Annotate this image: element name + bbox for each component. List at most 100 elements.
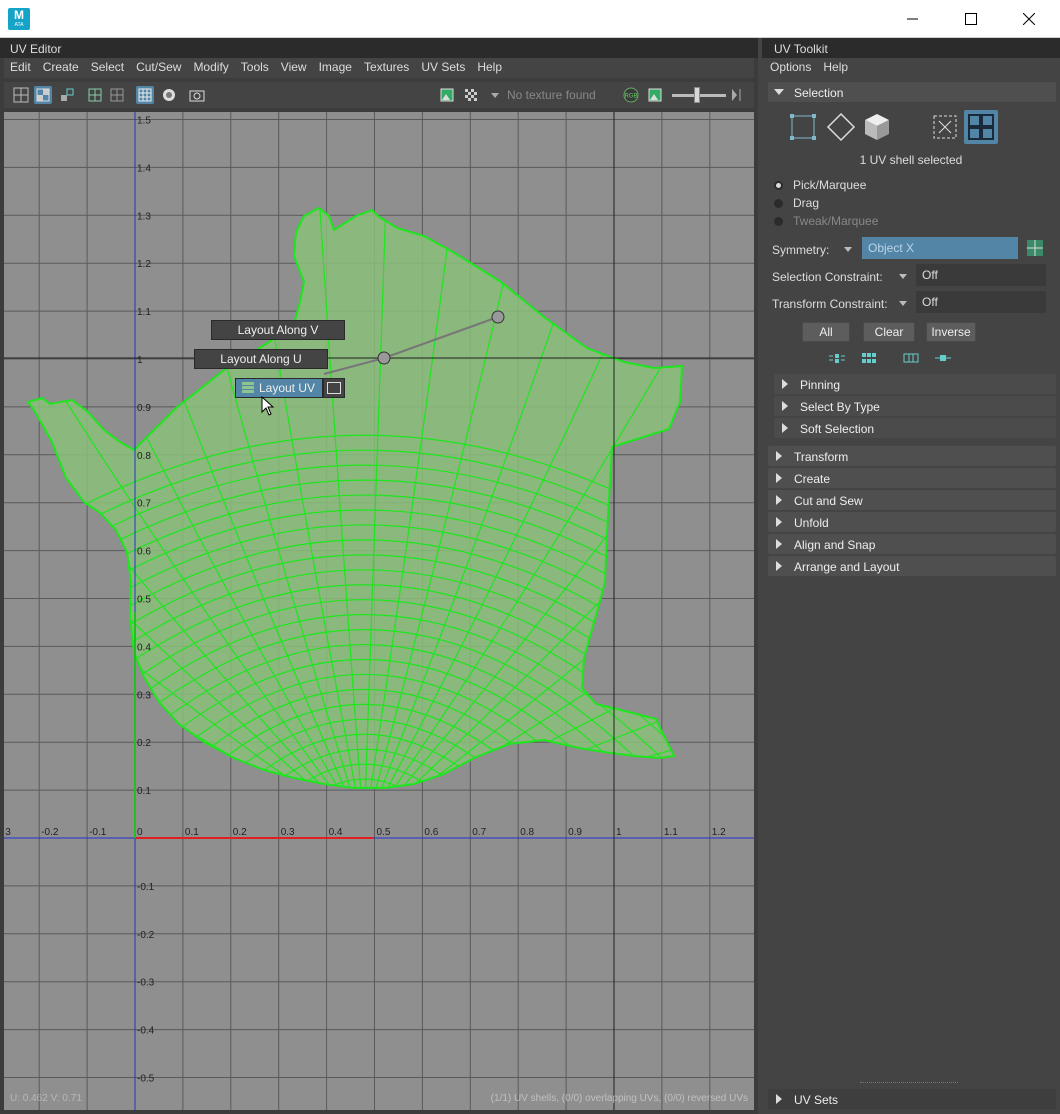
radio-pick-marquee-label: Pick/Marquee bbox=[793, 178, 867, 192]
toolkit-menu-options[interactable]: Options bbox=[762, 58, 817, 78]
collapsed-triangle-icon bbox=[776, 495, 782, 505]
radio-pick-marquee[interactable]: Pick/Marquee bbox=[774, 177, 866, 193]
symmetry-field[interactable]: Object X bbox=[862, 237, 1018, 259]
v-axis-tick-label: 1 bbox=[137, 355, 143, 366]
checker-tiles-icon[interactable] bbox=[462, 86, 480, 104]
select-border-icon[interactable] bbox=[902, 351, 920, 365]
uv-layout-quad-icon[interactable] bbox=[12, 86, 30, 104]
section-selection[interactable]: Selection bbox=[768, 82, 1056, 102]
menu-create[interactable]: Create bbox=[37, 58, 85, 78]
v-axis-tick-label: 0.8 bbox=[137, 451, 151, 462]
section-uv-sets[interactable]: UV Sets bbox=[768, 1089, 1056, 1109]
grow-selection-icon[interactable] bbox=[860, 351, 878, 365]
menu-cut-sew[interactable]: Cut/Sew bbox=[130, 58, 187, 78]
v-axis-tick-label: 0.2 bbox=[137, 738, 151, 749]
subsection-pinning-label: Pinning bbox=[800, 378, 841, 392]
symmetry-dropdown-icon[interactable] bbox=[844, 247, 852, 252]
radio-tweak-marquee-label: Tweak/Marquee bbox=[793, 214, 879, 228]
section-cut-and-sew[interactable]: Cut and Sew bbox=[768, 490, 1056, 510]
section-unfold[interactable]: Unfold bbox=[768, 512, 1056, 532]
checker-options-dropdown-icon[interactable] bbox=[486, 86, 504, 104]
toolkit-menu-help[interactable]: Help bbox=[817, 58, 854, 78]
uv-editor-tab[interactable]: UV Editor bbox=[0, 38, 758, 58]
u-axis-tick-label: 0.1 bbox=[185, 827, 199, 838]
shrink-selection-icon[interactable] bbox=[828, 351, 846, 365]
panel-resize-handle[interactable] bbox=[860, 1082, 958, 1084]
shaded-display-icon[interactable] bbox=[160, 86, 178, 104]
face-mode-button[interactable] bbox=[860, 110, 894, 144]
uv-layout-alt-icon[interactable] bbox=[58, 86, 76, 104]
image-display-icon[interactable] bbox=[438, 86, 456, 104]
uv-toolkit-tab[interactable]: UV Toolkit bbox=[762, 38, 1060, 58]
vertex-mode-button[interactable] bbox=[786, 110, 820, 144]
minimize-button[interactable] bbox=[884, 0, 942, 38]
section-align-and-snap[interactable]: Align and Snap bbox=[768, 534, 1056, 554]
radio-tweak-marquee[interactable]: Tweak/Marquee bbox=[774, 213, 878, 229]
select-shortest-edge-icon[interactable] bbox=[934, 351, 952, 365]
select-all-button[interactable]: All bbox=[802, 322, 850, 342]
selection-constraint-field[interactable]: Off bbox=[916, 264, 1046, 286]
grid-display-icon[interactable] bbox=[136, 86, 154, 104]
menu-select[interactable]: Select bbox=[85, 58, 130, 78]
menu-view[interactable]: View bbox=[275, 58, 313, 78]
edge-mode-button[interactable] bbox=[824, 110, 858, 144]
v-axis-tick-label: 1.4 bbox=[137, 163, 151, 174]
v-axis-tick-label: 0.7 bbox=[137, 499, 151, 510]
menu-edit[interactable]: Edit bbox=[4, 58, 37, 78]
uv-face-cube-icon bbox=[865, 114, 889, 140]
toolbar-expand-icon[interactable] bbox=[728, 86, 746, 104]
v-axis-tick-label: 1.1 bbox=[137, 307, 151, 318]
uv-toolkit-panel: UV Toolkit Options Help Selection 1 UV s… bbox=[762, 38, 1060, 1114]
selection-constraint-dropdown-icon[interactable] bbox=[899, 274, 907, 279]
grid-snap-icon[interactable] bbox=[86, 86, 104, 104]
minimize-icon bbox=[907, 18, 918, 20]
uv-layout-split-icon[interactable] bbox=[34, 86, 52, 104]
section-arrange-and-layout[interactable]: Arrange and Layout bbox=[768, 556, 1056, 576]
pixel-snap-icon[interactable] bbox=[108, 86, 126, 104]
subsection-soft-selection[interactable]: Soft Selection bbox=[774, 418, 1056, 438]
v-axis-tick-label: -0.3 bbox=[137, 978, 155, 989]
u-axis-tick-label: 1.1 bbox=[664, 827, 678, 838]
marking-menu-layout-along-u[interactable]: Layout Along U bbox=[194, 349, 328, 369]
menu-modify[interactable]: Modify bbox=[187, 58, 234, 78]
v-axis-tick-label: 0.6 bbox=[137, 547, 151, 558]
uv-viewport[interactable]: 3 -0.2 -0.1 0 0.1 0.2 0.3 0.4 0.5 0.6 0.7 0.8 0.9 1 1.… bbox=[4, 112, 754, 1110]
transform-constraint-field[interactable]: Off bbox=[916, 291, 1046, 313]
maximize-button[interactable] bbox=[942, 0, 1000, 38]
expanded-triangle-icon bbox=[774, 89, 784, 95]
uv-mode-button[interactable] bbox=[928, 110, 962, 144]
transform-constraint-dropdown-icon[interactable] bbox=[899, 301, 907, 306]
u-axis-tick-label: 0.7 bbox=[472, 827, 486, 838]
v-axis-tick-label: 1.2 bbox=[137, 259, 151, 270]
exposure-slider-thumb[interactable] bbox=[694, 87, 700, 103]
marking-menu-layout-uv[interactable]: Layout UV bbox=[235, 378, 323, 398]
marking-menu-layout-along-v[interactable]: Layout Along V bbox=[211, 320, 345, 340]
section-create-label: Create bbox=[794, 472, 831, 486]
uv-editor-menubar: Edit Create Select Cut/Sew Modify Tools … bbox=[4, 58, 754, 78]
layout-uv-option-box-button[interactable] bbox=[323, 378, 345, 398]
section-unfold-label: Unfold bbox=[794, 516, 829, 530]
select-inverse-button[interactable]: Inverse bbox=[926, 322, 976, 342]
select-clear-button[interactable]: Clear bbox=[863, 322, 915, 342]
radio-dot-icon bbox=[774, 216, 783, 226]
snapshot-camera-icon[interactable] bbox=[188, 86, 206, 104]
rgb-channels-icon[interactable]: RGB bbox=[622, 86, 640, 104]
uv-vertex-icon bbox=[790, 114, 816, 140]
menu-help[interactable]: Help bbox=[471, 58, 508, 78]
section-create[interactable]: Create bbox=[768, 468, 1056, 488]
radio-drag[interactable]: Drag bbox=[774, 195, 819, 211]
menu-tools[interactable]: Tools bbox=[235, 58, 275, 78]
menu-image[interactable]: Image bbox=[313, 58, 358, 78]
symmetry-pick-icon[interactable] bbox=[1026, 239, 1044, 257]
subsection-pinning[interactable]: Pinning bbox=[774, 374, 1056, 394]
u-axis-tick-label: 0.3 bbox=[281, 827, 295, 838]
display-image-icon[interactable] bbox=[646, 86, 664, 104]
uv-shell-mode-button[interactable] bbox=[964, 110, 998, 144]
section-cut-and-sew-label: Cut and Sew bbox=[794, 494, 863, 508]
menu-uv-sets[interactable]: UV Sets bbox=[415, 58, 471, 78]
menu-textures[interactable]: Textures bbox=[358, 58, 415, 78]
section-transform[interactable]: Transform bbox=[768, 446, 1056, 466]
close-button[interactable] bbox=[1000, 0, 1058, 38]
subsection-select-by-type-label: Select By Type bbox=[800, 400, 880, 414]
subsection-select-by-type[interactable]: Select By Type bbox=[774, 396, 1056, 416]
